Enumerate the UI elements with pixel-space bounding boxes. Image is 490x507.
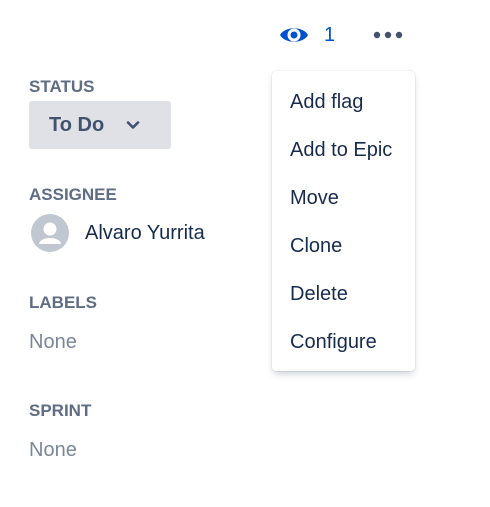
assignee-name: Alvaro Yurrita [85, 221, 205, 244]
watch-count: 1 [324, 24, 336, 46]
menu-item-delete[interactable]: Delete [272, 270, 415, 318]
avatar-icon [31, 214, 69, 252]
issue-sidebar: 1 STATUS To Do ASSIGNEE Alvaro Yurrita L… [0, 0, 490, 507]
sprint-value[interactable]: None [29, 439, 77, 462]
menu-item-add-flag[interactable]: Add flag [272, 78, 415, 126]
status-value: To Do [49, 113, 105, 136]
status-dropdown-button[interactable]: To Do [29, 101, 171, 149]
status-label: STATUS [29, 77, 95, 96]
assignee-label: ASSIGNEE [29, 185, 117, 204]
menu-item-clone[interactable]: Clone [272, 222, 415, 270]
watch-button[interactable]: 1 [278, 22, 335, 48]
more-actions-menu: Add flag Add to Epic Move Clone Delete C… [272, 71, 415, 371]
eye-icon [280, 28, 308, 42]
menu-item-move[interactable]: Move [272, 174, 415, 222]
chevron-down-icon [126, 121, 140, 129]
menu-item-add-to-epic[interactable]: Add to Epic [272, 126, 415, 174]
assignee-field[interactable]: Alvaro Yurrita [31, 214, 205, 252]
menu-item-configure[interactable]: Configure [272, 318, 415, 366]
more-actions-button[interactable] [370, 22, 406, 48]
more-horizontal-icon [373, 31, 403, 39]
sprint-label: SPRINT [29, 401, 92, 420]
labels-value[interactable]: None [29, 331, 77, 354]
labels-label: LABELS [29, 293, 97, 312]
